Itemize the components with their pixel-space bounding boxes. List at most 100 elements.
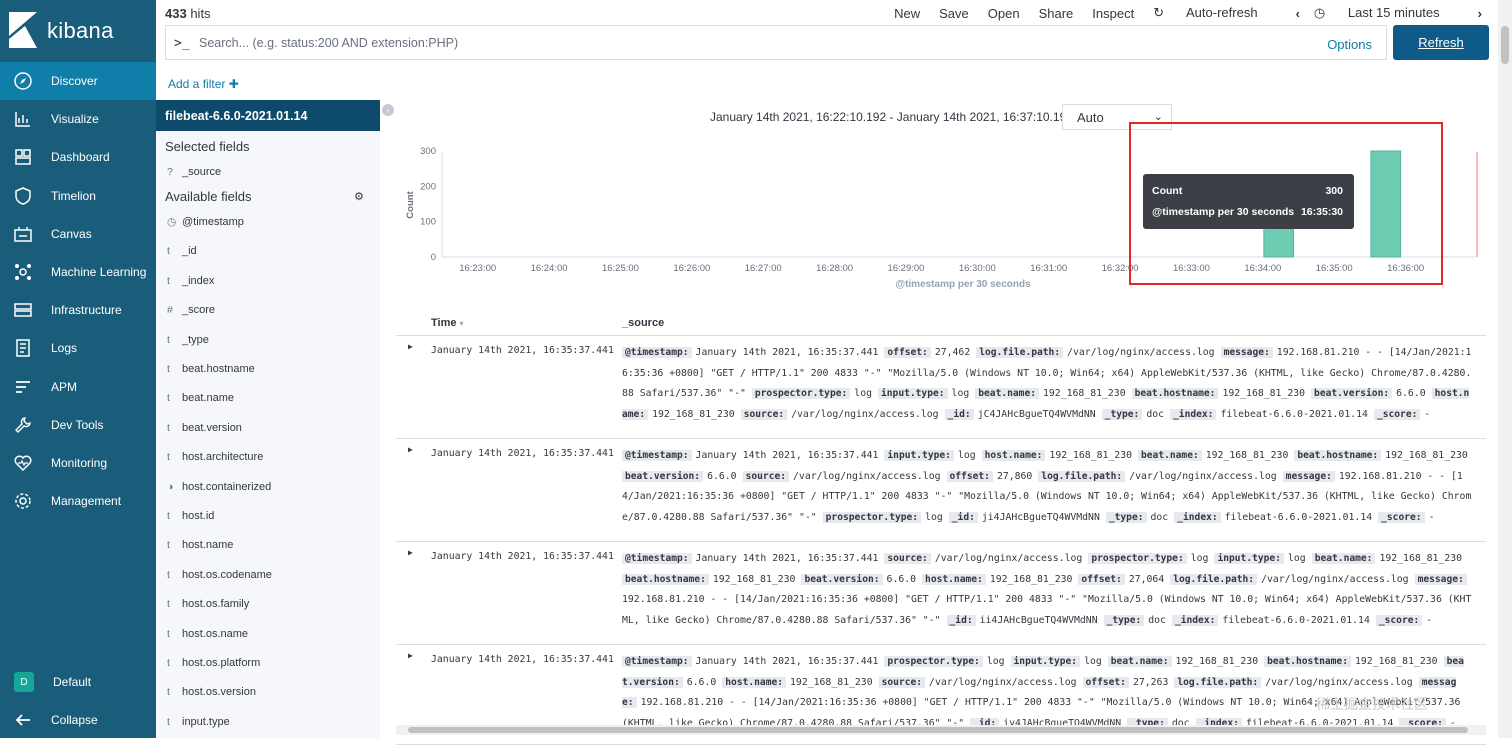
vertical-scrollbar[interactable] [1498,0,1512,738]
field-item[interactable]: t beat.name [167,392,367,404]
nav-item-timelion[interactable]: Timelion [0,177,156,215]
x-tick-label: 16:24:00 [531,263,568,274]
field-item[interactable]: t host.architecture [167,451,367,463]
kibana-logo[interactable]: kibana [9,12,149,48]
infrastructure-icon [12,299,34,321]
source-field-value: - [1426,614,1433,626]
field-name: input.type [182,715,230,728]
source-column-header: _source [622,317,665,329]
nav-item-logs[interactable]: Logs [0,329,156,367]
source-field-value: 192_168_81_230 [1355,656,1438,667]
source-field-key: beat.version: [622,470,704,482]
field-item[interactable]: t host.os.codename [167,569,367,581]
y-tick-label: 100 [420,217,436,228]
watermark: 稀土掘金技术社区 [1316,696,1428,712]
field-item[interactable]: t host.os.platform [167,657,367,669]
nav-item-discover[interactable]: Discover [0,62,156,100]
field-name: @timestamp [182,216,244,228]
source-field-key: beat.version: [1311,388,1393,400]
canvas-icon [12,223,34,245]
field-item[interactable]: t input.type [167,716,367,728]
nav-item-label: Logs [51,341,78,356]
nav-item-label: APM [51,379,78,394]
menu-open[interactable]: Open [988,6,1020,21]
field-item[interactable]: ? _source [167,166,367,178]
field-item[interactable]: t host.id [167,510,367,522]
collapse-sidebar-icon[interactable]: ‹ [382,104,394,116]
expand-row-icon[interactable]: ▶ [408,342,413,351]
expand-row-icon[interactable]: ▶ [408,548,413,557]
side-nav: kibana Discover Visualize Dashboard Timelio… [0,0,156,738]
source-field-value: 192_168_81_230 [1222,388,1306,400]
time-back-button[interactable]: ‹ [1296,6,1300,21]
horizontal-scrollbar[interactable] [396,725,1486,735]
field-item[interactable]: t _id [167,245,367,257]
field-item[interactable]: t host.os.name [167,628,367,640]
menu-save[interactable]: Save [939,6,969,21]
nav-item-apm[interactable]: APM [0,368,156,406]
source-field-value: 192_168_81_230 [989,573,1073,585]
field-item[interactable]: # _score [167,304,367,316]
field-type-icon: ? [167,166,173,178]
nav-item-management[interactable]: Management [0,482,156,520]
source-field-key: beat.hostname: [1264,656,1351,667]
source-field-value: /var/log/nginx/access.log [1067,347,1215,358]
field-item[interactable]: t host.os.family [167,598,367,610]
field-item[interactable]: t _index [167,275,367,287]
x-tick-label: 16:26:00 [673,263,710,274]
source-field-key: beat.name: [1311,553,1376,564]
field-type-icon: t [167,568,170,581]
menu-new[interactable]: New [894,6,920,21]
nav-item-label: Machine Learning [51,265,147,279]
tooltip-ts-label: @timestamp per 30 seconds [1152,206,1295,218]
options-link[interactable]: Options [1327,37,1372,52]
field-item[interactable]: t _type [167,334,367,346]
refresh-button[interactable]: Refresh [1393,25,1489,60]
nav-item-canvas[interactable]: Canvas [0,215,156,253]
nav-item-visualize[interactable]: Visualize [0,100,156,138]
field-item[interactable]: ◷ @timestamp [167,216,367,228]
x-tick-label: 16:29:00 [887,263,924,274]
source-field-key: host.name: [922,573,986,585]
field-type-icon: t [167,392,170,405]
field-item[interactable]: t host.os.version [167,686,367,698]
row-time: January 14th 2021, 16:35:37.441 [431,448,614,459]
time-column-header[interactable]: Time ▾ [431,317,464,329]
row-source: @timestamp: January 14th 2021, 16:35:37.4… [622,549,1474,631]
search-input[interactable] [199,30,1279,56]
source-field-value: log [1190,553,1209,564]
time-forward-button[interactable]: › [1478,6,1482,21]
time-picker[interactable]: ◷ Last 15 minutes [1314,5,1459,21]
source-field-key: host.name: [981,450,1046,461]
time-range-label: January 14th 2021, 16:22:10.192 - Januar… [710,110,1089,124]
gear-icon[interactable]: ⚙ [354,190,364,203]
field-type-icon: t [167,363,170,375]
menu-share[interactable]: Share [1039,6,1074,21]
space-selector[interactable]: D Default [0,663,156,701]
add-filter-link[interactable]: Add a filter ✚ [168,77,239,91]
field-item[interactable]: t host.name [167,539,367,551]
table-row: ▶ January 14th 2021, 16:35:37.441 @timesta… [396,439,1486,542]
nav-item-infrastructure[interactable]: Infrastructure [0,291,156,329]
nav-item-monitoring[interactable]: Monitoring [0,444,156,482]
menu-inspect[interactable]: Inspect [1092,6,1134,21]
field-item[interactable]: t beat.hostname [167,363,367,375]
field-type-icon: t [167,598,170,611]
expand-row-icon[interactable]: ▶ [408,445,413,454]
index-pattern-title[interactable]: filebeat-6.6.0-2021.01.14 [156,100,380,131]
expand-row-icon[interactable]: ▶ [408,651,413,660]
auto-refresh-button[interactable]: ↻ Auto-refresh [1153,5,1276,21]
space-label: Default [53,675,92,689]
source-field-key: message: [1220,347,1273,358]
field-item[interactable]: ◑ host.containerized [167,481,367,493]
nav-item-machine-learning[interactable]: Machine Learning [0,253,156,291]
source-field-value: January 14th 2021, 16:35:37.441 [695,656,879,667]
source-field-value: January 14th 2021, 16:35:37.441 [695,450,879,461]
nav-item-dashboard[interactable]: Dashboard [0,138,156,176]
field-name: host.architecture [182,451,264,464]
fields-sidebar: filebeat-6.6.0-2021.01.14 Selected field… [156,100,380,738]
field-item[interactable]: t beat.version [167,422,367,434]
available-fields-heading: Available fields [165,189,252,204]
nav-item-dev-tools[interactable]: Dev Tools [0,406,156,444]
collapse-button[interactable]: Collapse [0,701,156,739]
